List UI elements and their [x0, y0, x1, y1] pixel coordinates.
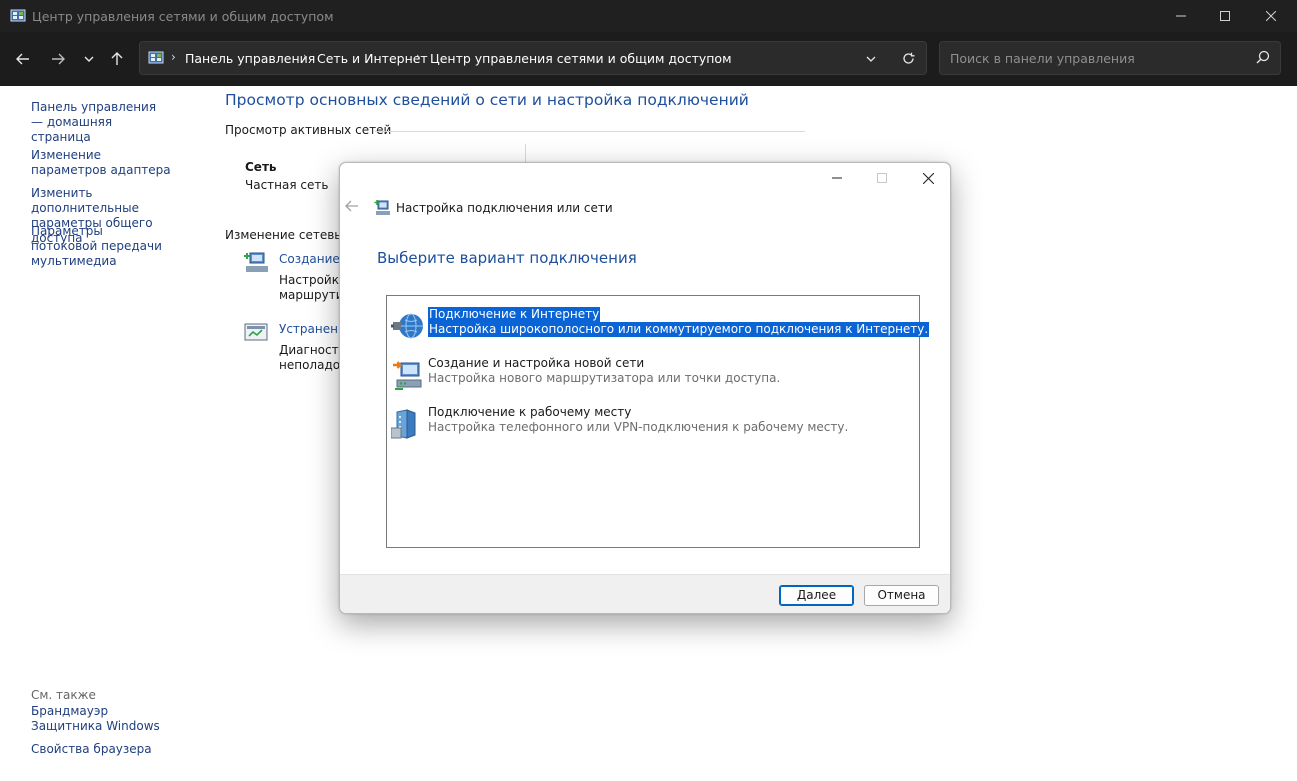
network-setup-icon: [374, 200, 390, 215]
close-icon: [922, 172, 934, 184]
arrow-up-icon: [111, 52, 123, 65]
close-icon: [1266, 11, 1276, 21]
dialog-footer: Далее Отмена: [340, 574, 950, 613]
maximize-button[interactable]: [1202, 0, 1248, 32]
up-button[interactable]: [105, 49, 129, 69]
next-button[interactable]: Далее: [779, 585, 854, 606]
control-panel-home-link[interactable]: Панель управления — домашняя страница: [31, 100, 166, 145]
option-title: Создание и настройка новой сети: [428, 356, 645, 370]
control-panel-icon: [148, 51, 164, 64]
chevron-down-icon[interactable]: [866, 56, 876, 62]
media-streaming-options-link[interactable]: Параметры потоковой передачи мультимедиа: [31, 224, 171, 269]
arrow-left-icon: [16, 53, 29, 65]
search-field[interactable]: Поиск в панели управления: [939, 41, 1281, 75]
troubleshoot-icon: [244, 323, 268, 341]
page-title: Просмотр основных сведений о сети и наст…: [225, 91, 749, 109]
minimize-button[interactable]: [1158, 0, 1204, 32]
internet-options-link[interactable]: Свойства браузера: [31, 742, 201, 757]
search-placeholder: Поиск в панели управления: [950, 51, 1135, 66]
network-type: Частная сеть: [245, 178, 329, 192]
network-name: Сеть: [245, 160, 277, 174]
new-network-icon: [393, 361, 422, 390]
globe-icon: [391, 313, 423, 339]
window-title: Центр управления сетями и общим доступом: [32, 9, 334, 24]
option-description: Настройка нового маршрутизатора или точк…: [428, 371, 781, 385]
forward-button[interactable]: [46, 49, 70, 69]
option-new-network[interactable]: Создание и настройка новой сети Настройк…: [391, 356, 911, 398]
option-workplace-connection[interactable]: Подключение к рабочему месту Настройка т…: [391, 405, 911, 447]
search-icon[interactable]: [1256, 50, 1270, 64]
dialog-back-button[interactable]: [345, 200, 359, 215]
option-title: Подключение к рабочему месту: [428, 405, 632, 419]
connection-options-list[interactable]: Подключение к Интернету Настройка широко…: [386, 295, 930, 548]
breadcrumb-separator: ›: [303, 50, 308, 64]
chevron-down-icon: [84, 56, 94, 62]
breadcrumb-network-internet[interactable]: Сеть и Интернет: [317, 51, 428, 66]
troubleshoot-desc-2: неполадок: [279, 358, 348, 372]
breadcrumb-network-center[interactable]: Центр управления сетями и общим доступом: [430, 51, 732, 66]
dialog-maximize-button: [859, 163, 905, 193]
option-description: Настройка телефонного или VPN-подключени…: [428, 420, 849, 434]
arrow-left-icon: [345, 200, 358, 212]
breadcrumb-separator: ›: [171, 50, 176, 64]
breadcrumb-separator: ›: [416, 50, 421, 64]
windows-firewall-link[interactable]: Брандмауэр Защитника Windows: [31, 704, 176, 734]
recent-locations-button[interactable]: [77, 49, 101, 69]
cancel-button[interactable]: Отмена: [864, 585, 939, 606]
arrow-right-icon: [52, 53, 65, 65]
refresh-icon[interactable]: [902, 52, 915, 65]
left-pane: Панель управления — домашняя страница Из…: [0, 86, 210, 781]
option-title: Подключение к Интернету: [428, 307, 601, 322]
network-setup-icon: [244, 252, 268, 272]
breadcrumb-control-panel[interactable]: Панель управления: [185, 51, 315, 66]
dialog-minimize-button[interactable]: [814, 163, 860, 193]
see-also-label: См. также: [31, 688, 96, 702]
dialog-heading: Выберите вариант подключения: [377, 249, 637, 267]
close-button[interactable]: [1248, 0, 1294, 32]
title-bar: Центр управления сетями и общим доступом: [0, 0, 1297, 32]
active-networks-label: Просмотр активных сетей: [225, 123, 392, 137]
address-field[interactable]: › Панель управления › Сеть и Интернет › …: [139, 41, 927, 75]
change-adapter-settings-link[interactable]: Изменение параметров адаптера: [31, 148, 171, 178]
minimize-icon: [832, 177, 842, 179]
dialog-close-button[interactable]: [905, 163, 950, 193]
back-button[interactable]: [11, 49, 35, 69]
option-internet-connection[interactable]: Подключение к Интернету Настройка широко…: [391, 307, 930, 349]
section-divider: [375, 131, 805, 132]
minimize-icon: [1176, 15, 1186, 17]
navigation-bar: › Панель управления › Сеть и Интернет › …: [0, 32, 1297, 86]
setup-connection-desc-1: Настройка: [279, 273, 347, 287]
maximize-icon: [877, 173, 887, 183]
setup-connection-dialog: Настройка подключения или сети Выберите …: [339, 162, 951, 614]
dialog-title: Настройка подключения или сети: [396, 201, 613, 215]
workplace-icon: [391, 409, 416, 439]
control-panel-icon: [10, 9, 26, 22]
option-description: Настройка широкополосного или коммутируе…: [428, 322, 930, 337]
maximize-icon: [1220, 11, 1230, 21]
